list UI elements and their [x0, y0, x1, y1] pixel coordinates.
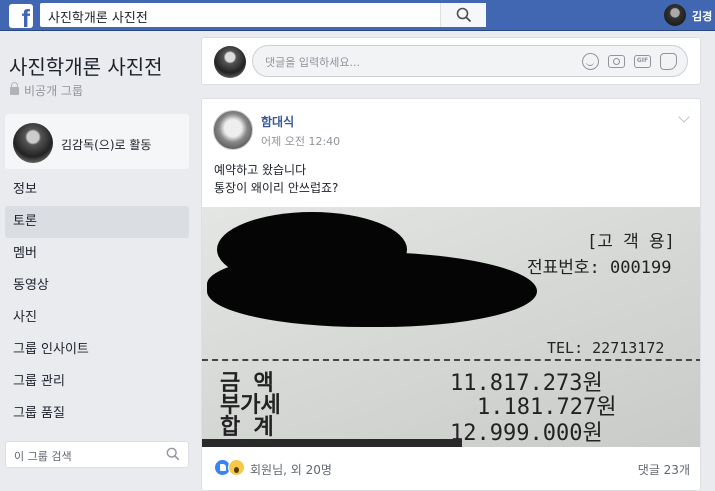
nav-item-info[interactable]: 정보 [5, 174, 189, 206]
group-privacy: 비공개 그룹 [10, 82, 83, 99]
receipt-row-label: 합 계 [220, 415, 274, 440]
user-avatar[interactable] [664, 4, 686, 26]
post-body: 예약하고 왔습니다 통장이 왜이리 안쓰럽죠? [214, 161, 338, 197]
comment-placeholder: 댓글을 입력하세요... [265, 56, 360, 69]
group-search-input[interactable]: 이 그룹 검색 [5, 441, 189, 468]
composer-avatar [214, 46, 246, 78]
gif-icon[interactable]: GIF [634, 55, 651, 68]
acting-avatar [13, 123, 53, 163]
camera-icon[interactable] [608, 55, 625, 68]
post-timestamp[interactable]: 어제 오전 12:40 [261, 133, 340, 149]
comment-composer: 댓글을 입력하세요... GIF [201, 37, 701, 85]
comment-input[interactable]: 댓글을 입력하세요... GIF [252, 45, 688, 77]
nav-item-members[interactable]: 멤버 [5, 238, 189, 270]
composer-icons: GIF [582, 53, 677, 70]
nav-item-quality[interactable]: 그룹 품질 [5, 398, 189, 430]
redaction-mark [382, 269, 532, 317]
acting-as-label: 김감독(으)로 활동 [61, 138, 152, 152]
global-search[interactable]: 사진학개론 사진전 [40, 3, 486, 27]
chevron-down-icon[interactable] [678, 111, 690, 123]
receipt-bottom-print [202, 439, 462, 447]
user-name[interactable]: 김경 [692, 8, 712, 24]
top-navigation-bar: f 사진학개론 사진전 김경 [0, 0, 715, 31]
search-input[interactable]: 사진학개론 사진전 [48, 7, 148, 26]
comments-count[interactable]: 댓글 23개 [638, 461, 690, 478]
post-footer: 회원님, 외 20명 댓글 23개 [202, 447, 700, 490]
receipt-divider [202, 359, 700, 361]
nav-item-photos[interactable]: 사진 [5, 302, 189, 334]
group-search-placeholder: 이 그룹 검색 [14, 450, 72, 463]
nav-item-insights[interactable]: 그룹 인사이트 [5, 334, 189, 366]
search-icon[interactable] [166, 447, 180, 461]
receipt-tel: TEL: 22713172 [547, 339, 665, 357]
post-photo[interactable]: [고 객 용] 전표번호: 000199 TEL: 22713172 금 액 1… [202, 207, 700, 447]
author-avatar[interactable] [213, 110, 253, 150]
facebook-logo-icon[interactable]: f [9, 4, 33, 28]
reaction-icons[interactable] [214, 459, 245, 476]
search-button[interactable] [440, 3, 486, 27]
reactions-summary[interactable]: 회원님, 외 20명 [250, 461, 332, 478]
group-nav: 정보 토론 멤버 동영상 사진 그룹 인사이트 그룹 관리 그룹 품질 [5, 174, 189, 430]
lock-icon [10, 82, 19, 95]
post-author[interactable]: 함대식 [261, 113, 294, 130]
post-line: 예약하고 왔습니다 [214, 163, 307, 177]
receipt-row-amount: 12.999.000원 [450, 421, 603, 446]
post-line: 통장이 왜이리 안쓰럽죠? [214, 181, 339, 195]
emoji-icon[interactable] [582, 53, 599, 70]
post-card: 함대식 어제 오전 12:40 예약하고 왔습니다 통장이 왜이리 안쓰럽죠? … [201, 98, 701, 491]
search-icon [456, 7, 472, 23]
wow-reaction-icon [228, 459, 245, 476]
nav-item-discussion[interactable]: 토론 [5, 206, 189, 238]
acting-as-card[interactable]: 김감독(으)로 활동 [5, 114, 189, 169]
receipt-slip-number: 전표번호: 000199 [527, 258, 672, 278]
nav-item-manage[interactable]: 그룹 관리 [5, 366, 189, 398]
sticker-icon[interactable] [660, 53, 677, 70]
receipt-copy-label: [고 객 용] [587, 232, 675, 252]
nav-item-videos[interactable]: 동영상 [5, 270, 189, 302]
privacy-label: 비공개 그룹 [24, 84, 84, 98]
group-title[interactable]: 사진학개론 사진전 [9, 51, 163, 80]
